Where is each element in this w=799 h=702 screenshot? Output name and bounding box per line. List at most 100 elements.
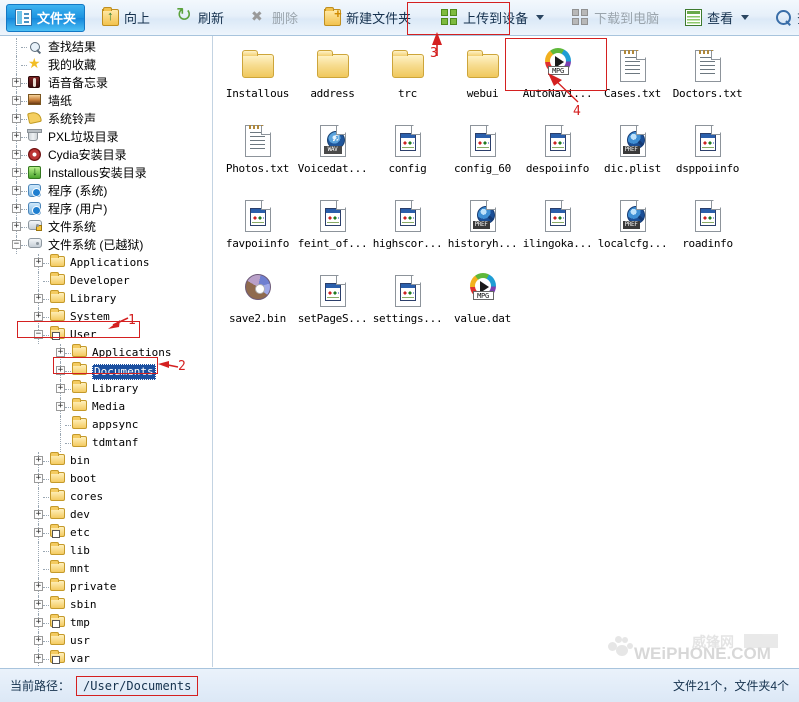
tree-item-我的收藏[interactable]: 我的收藏 — [0, 56, 212, 74]
tree-item-user[interactable]: −User — [0, 326, 212, 344]
toolbar-button-new-folder[interactable]: 新建文件夹 — [315, 4, 420, 32]
chevron-down-icon[interactable] — [741, 15, 749, 20]
file-item[interactable]: webui — [445, 42, 520, 117]
tree-item-documents[interactable]: +Documents — [0, 362, 212, 380]
folder-tree-panel[interactable]: 查找结果我的收藏+语音备忘录+墙纸+系统铃声+PXL垃圾目录+Cydia安装目录… — [0, 36, 213, 667]
file-item[interactable]: Cases.txt — [595, 42, 670, 117]
file-item[interactable]: feint_of... — [295, 192, 370, 267]
toolbar-button-upload-to-device[interactable]: 上传到设备 — [432, 4, 553, 32]
file-item[interactable]: MPGAutoNavi... — [520, 42, 595, 117]
file-item[interactable]: WAVVoicedat... — [295, 117, 370, 192]
toolbar-button-view[interactable]: 查看 — [676, 4, 758, 32]
tree-item-程序-用户-[interactable]: +程序 (用户) — [0, 200, 212, 218]
tree-item-installous安装目录[interactable]: +Installous安装目录 — [0, 164, 212, 182]
expand-icon[interactable]: + — [56, 384, 65, 393]
tree-item-boot[interactable]: +boot — [0, 470, 212, 488]
file-item[interactable]: highscor... — [370, 192, 445, 267]
expand-icon[interactable]: + — [34, 294, 43, 303]
expand-icon[interactable]: + — [34, 618, 43, 627]
collapse-icon[interactable]: − — [34, 330, 43, 339]
tree-item-applications[interactable]: +Applications — [0, 344, 212, 362]
expand-icon[interactable]: + — [34, 636, 43, 645]
file-item[interactable]: setPageS... — [295, 267, 370, 342]
file-item[interactable]: config_60 — [445, 117, 520, 192]
tree-item-var[interactable]: +var — [0, 650, 212, 667]
tree-item-private[interactable]: +private — [0, 578, 212, 596]
file-item[interactable]: settings... — [370, 267, 445, 342]
tree-item-lib[interactable]: lib — [0, 542, 212, 560]
tree-item-dev[interactable]: +dev — [0, 506, 212, 524]
file-item[interactable]: save2.bin — [220, 267, 295, 342]
file-item[interactable]: PREFhistoryh... — [445, 192, 520, 267]
tree-item-pxl垃圾目录[interactable]: +PXL垃圾目录 — [0, 128, 212, 146]
file-item[interactable]: address — [295, 42, 370, 117]
file-item[interactable]: MPGvalue.dat — [445, 267, 520, 342]
toolbar-button-download-to-pc[interactable]: 下载到电脑 — [563, 4, 668, 32]
expand-icon[interactable]: + — [56, 366, 65, 375]
expand-icon[interactable]: + — [34, 258, 43, 267]
tree-item-usr[interactable]: +usr — [0, 632, 212, 650]
file-item[interactable]: Photos.txt — [220, 117, 295, 192]
tree-item-文件系统[interactable]: +文件系统 — [0, 218, 212, 236]
tree-item-system[interactable]: +System — [0, 308, 212, 326]
tree-item-文件系统-已越狱-[interactable]: −文件系统 (已越狱) — [0, 236, 212, 254]
file-item[interactable]: Installous — [220, 42, 295, 117]
expand-icon[interactable]: + — [34, 654, 43, 663]
tree-item-tmp[interactable]: +tmp — [0, 614, 212, 632]
tree-item-系统铃声[interactable]: +系统铃声 — [0, 110, 212, 128]
chevron-down-icon[interactable] — [536, 15, 544, 20]
expand-icon[interactable]: + — [34, 510, 43, 519]
toolbar-button-up[interactable]: 向上 — [93, 4, 159, 32]
tree-item-cores[interactable]: cores — [0, 488, 212, 506]
file-item[interactable]: PREFdic.plist — [595, 117, 670, 192]
file-item[interactable]: roadinfo — [670, 192, 745, 267]
tree-item-查找结果[interactable]: 查找结果 — [0, 38, 212, 56]
expand-icon[interactable]: + — [34, 600, 43, 609]
tree-item-applications[interactable]: +Applications — [0, 254, 212, 272]
tree-item-appsync[interactable]: appsync — [0, 416, 212, 434]
expand-icon[interactable]: + — [34, 474, 43, 483]
file-item[interactable]: config — [370, 117, 445, 192]
file-item[interactable]: Doctors.txt — [670, 42, 745, 117]
expand-icon[interactable]: + — [34, 312, 43, 321]
expand-icon[interactable]: + — [12, 114, 21, 123]
expand-icon[interactable]: + — [34, 528, 43, 537]
expand-icon[interactable]: + — [34, 582, 43, 591]
collapse-icon[interactable]: − — [12, 240, 21, 249]
expand-icon[interactable]: + — [12, 168, 21, 177]
file-item[interactable]: PREFlocalcfg... — [595, 192, 670, 267]
toolbar-button-find[interactable]: 查找 — [766, 4, 799, 32]
tree-item-library[interactable]: +Library — [0, 290, 212, 308]
expand-icon[interactable]: + — [12, 204, 21, 213]
expand-icon[interactable]: + — [12, 96, 21, 105]
file-item[interactable]: favpoiinfo — [220, 192, 295, 267]
expand-icon[interactable]: + — [12, 150, 21, 159]
toolbar-button-refresh[interactable]: 刷新 — [167, 4, 233, 32]
expand-icon[interactable]: + — [12, 222, 21, 231]
tree-item-library[interactable]: +Library — [0, 380, 212, 398]
tree-item-墙纸[interactable]: +墙纸 — [0, 92, 212, 110]
tree-item-developer[interactable]: Developer — [0, 272, 212, 290]
toolbar-button-delete[interactable]: 删除 — [241, 4, 307, 32]
expand-icon[interactable]: + — [56, 402, 65, 411]
tree-item-cydia安装目录[interactable]: +Cydia安装目录 — [0, 146, 212, 164]
expand-icon[interactable]: + — [12, 132, 21, 141]
tree-item-语音备忘录[interactable]: +语音备忘录 — [0, 74, 212, 92]
expand-icon[interactable]: + — [12, 78, 21, 87]
tree-item-bin[interactable]: +bin — [0, 452, 212, 470]
file-item[interactable]: ilingoka... — [520, 192, 595, 267]
tree-item-sbin[interactable]: +sbin — [0, 596, 212, 614]
file-list-panel[interactable]: InstallousaddresstrcwebuiMPGAutoNavi...C… — [214, 36, 799, 667]
tree-item-etc[interactable]: +etc — [0, 524, 212, 542]
expand-icon[interactable]: + — [12, 186, 21, 195]
file-item[interactable]: dsppoiinfo — [670, 117, 745, 192]
toolbar-button-folder-pane[interactable]: 文件夹 — [6, 4, 85, 32]
tree-item-程序-系统-[interactable]: +程序 (系统) — [0, 182, 212, 200]
file-item[interactable]: trc — [370, 42, 445, 117]
expand-icon[interactable]: + — [34, 456, 43, 465]
tree-item-media[interactable]: +Media — [0, 398, 212, 416]
tree-item-tdmtanf[interactable]: tdmtanf — [0, 434, 212, 452]
tree-item-mnt[interactable]: mnt — [0, 560, 212, 578]
file-item[interactable]: despoiinfo — [520, 117, 595, 192]
expand-icon[interactable]: + — [56, 348, 65, 357]
